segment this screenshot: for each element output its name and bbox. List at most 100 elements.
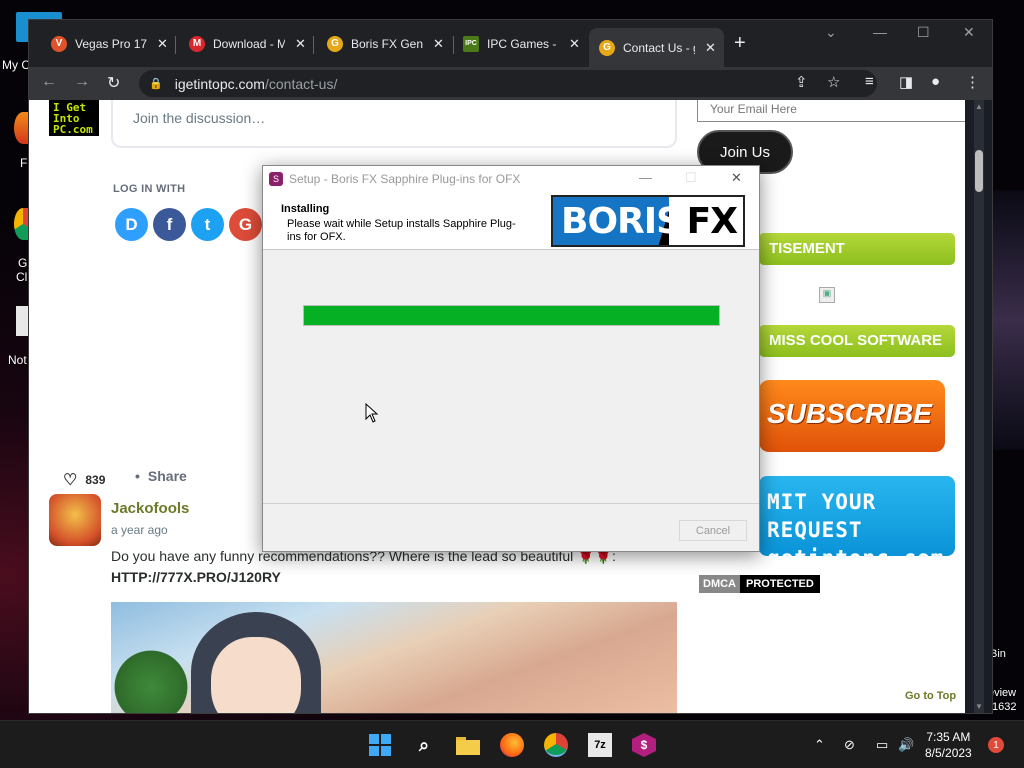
minimize-button[interactable]: —	[873, 24, 887, 40]
scroll-down-icon[interactable]: ▼	[975, 702, 983, 711]
back-arrow-icon[interactable]: ←	[41, 73, 57, 91]
broken-image-icon: ▣	[819, 287, 835, 303]
clock-time: 7:35 AM	[926, 730, 971, 744]
installing-heading: Installing	[281, 203, 330, 215]
mega-icon: M	[189, 35, 205, 52]
close-icon[interactable]: ✕	[569, 36, 580, 52]
forward-arrow-icon[interactable]: →	[74, 73, 90, 91]
lock-icon[interactable]: 🔒	[149, 77, 163, 90]
close-icon[interactable]: ✕	[433, 36, 444, 52]
page-scrollbar[interactable]: ▲ ▼	[965, 100, 992, 713]
url-path: /contact-us/	[264, 75, 338, 92]
dialog-titlebar: S Setup - Boris FX Sapphire Plug-ins for…	[263, 166, 759, 191]
tab-label: Vegas Pro 17	[75, 36, 147, 51]
reading-list-icon[interactable]: ≡	[865, 73, 874, 90]
heart-icon: ♡	[63, 472, 78, 489]
dialog-maximize-button: ☐	[685, 170, 697, 185]
close-icon[interactable]: ✕	[705, 40, 716, 56]
desktop-label-chrome-1: G	[18, 256, 28, 270]
share-button[interactable]: Share	[135, 468, 187, 484]
tab-separator	[313, 36, 314, 54]
windows-start-icon[interactable]	[368, 733, 392, 757]
chrome-icon[interactable]	[544, 733, 568, 757]
7zip-icon[interactable]: 7z	[588, 733, 612, 757]
tab-vegas[interactable]: V Vegas Pro 17 ✕	[41, 28, 176, 59]
sapphire-app-icon: S	[269, 171, 283, 186]
protected-label: PROTECTED	[740, 575, 820, 593]
dialog-minimize-button[interactable]: —	[639, 170, 652, 185]
profile-avatar-icon[interactable]: ●	[931, 73, 940, 90]
twitter-login-icon[interactable]: t	[191, 208, 224, 241]
sapphire-installer-icon[interactable]: $	[632, 733, 656, 757]
disqus-login-icon[interactable]: D	[115, 208, 148, 241]
comment-time[interactable]: a year ago	[111, 523, 168, 537]
notification-badge[interactable]: 1	[988, 737, 1004, 753]
tab-label: Boris FX Gene	[351, 36, 423, 51]
like-button[interactable]: ♡ 839	[63, 470, 105, 490]
tab-ipc-games[interactable]: IPC IPC Games - I ✕	[453, 28, 588, 59]
logo-line: PC.com	[53, 123, 93, 136]
clock-date: 8/5/2023	[925, 746, 972, 760]
progress-fill	[304, 306, 719, 325]
dialog-body	[263, 251, 759, 504]
new-tab-button[interactable]: +	[734, 32, 746, 55]
menu-kebab-icon[interactable]: ⋮	[965, 73, 980, 91]
desktop-label-chrome-2: Cl	[16, 270, 28, 284]
firefox-icon[interactable]	[500, 733, 524, 757]
email-field[interactable]: Your Email Here	[697, 100, 967, 122]
subscribe-banner[interactable]: SUBSCRIBE	[759, 380, 945, 452]
discussion-input[interactable]: Join the discussion…	[111, 100, 677, 148]
reload-icon[interactable]: ↻	[107, 73, 120, 93]
site-logo[interactable]: I Get Into PC.com	[49, 100, 99, 136]
logo-fx: FX	[686, 201, 738, 242]
tab-mega-download[interactable]: M Download - M ✕	[179, 28, 314, 59]
side-panel-icon[interactable]: ◨	[899, 73, 913, 91]
tab-contact-us[interactable]: G Contact Us - g ✕	[589, 28, 724, 67]
install-progress-bar	[303, 305, 720, 326]
scroll-up-icon[interactable]: ▲	[975, 102, 983, 111]
scrollbar-thumb[interactable]	[975, 150, 983, 192]
image-palm	[111, 642, 191, 713]
image-figure-face	[211, 637, 301, 713]
taskbar: ⌕ 7z $ ⌃ ⊘ ▭ 🔊 7:35 AM 8/5/2023 1	[0, 720, 1024, 768]
desktop-label-notepad: Not	[8, 353, 27, 367]
submit-request-banner[interactable]: MIT YOUR REQUEST getintopc.com	[759, 476, 955, 570]
installer-dialog: S Setup - Boris FX Sapphire Plug-ins for…	[262, 165, 760, 552]
file-explorer-icon[interactable]	[456, 733, 480, 757]
google-login-icon[interactable]: G	[229, 208, 262, 241]
g-icon: G	[599, 39, 615, 56]
share-icon[interactable]: ⇪	[795, 73, 808, 91]
tab-separator	[175, 36, 176, 54]
bookmark-star-icon[interactable]: ☆	[827, 73, 840, 91]
boris-fx-logo: BORIS FX	[551, 195, 745, 247]
volume-icon[interactable]: 🔊	[898, 737, 914, 753]
browser-toolbar: ← → ↻ 🔒 igetintopc.com/contact-us/ ⇪ ☆ ≡…	[29, 67, 992, 100]
dialog-close-button[interactable]: ✕	[731, 170, 742, 186]
avatar[interactable]	[49, 494, 101, 546]
likes-count: 839	[85, 473, 106, 487]
tray-chevron-up-icon[interactable]: ⌃	[814, 737, 825, 753]
tab-label: IPC Games - I	[487, 36, 559, 51]
tab-label: Download - M	[213, 36, 285, 51]
facebook-login-icon[interactable]: f	[153, 208, 186, 241]
close-icon[interactable]: ✕	[157, 36, 168, 52]
tab-search-chevron-icon[interactable]: ⌄	[825, 24, 837, 41]
desktop-label-this-pc: My C	[2, 58, 30, 72]
address-bar[interactable]: 🔒 igetintopc.com/contact-us/	[139, 70, 877, 97]
go-to-top-link[interactable]: Go to Top	[905, 690, 956, 702]
close-icon[interactable]: ✕	[295, 36, 306, 52]
search-icon[interactable]: ⌕	[412, 733, 436, 757]
close-window-button[interactable]: ✕	[963, 24, 975, 41]
comment-author[interactable]: Jackofools	[111, 500, 189, 517]
comment-url: HTTP://777X.PRO/J120RY	[111, 569, 281, 585]
miss-cool-software-banner[interactable]: MISS COOL SOFTWARE	[759, 325, 955, 357]
installing-description: Please wait while Setup installs Sapphir…	[287, 218, 516, 243]
comment-image[interactable]	[111, 602, 677, 713]
system-clock[interactable]: 7:35 AM 8/5/2023	[925, 729, 972, 761]
tab-boris-fx[interactable]: G Boris FX Gene ✕	[317, 28, 452, 59]
cancel-button[interactable]: Cancel	[679, 520, 747, 541]
display-icon[interactable]: ▭	[876, 737, 888, 753]
network-icon[interactable]: ⊘	[844, 737, 855, 753]
maximize-button[interactable]: ☐	[917, 24, 930, 41]
dmca-badge[interactable]: DMCA PROTECTED	[699, 575, 820, 593]
